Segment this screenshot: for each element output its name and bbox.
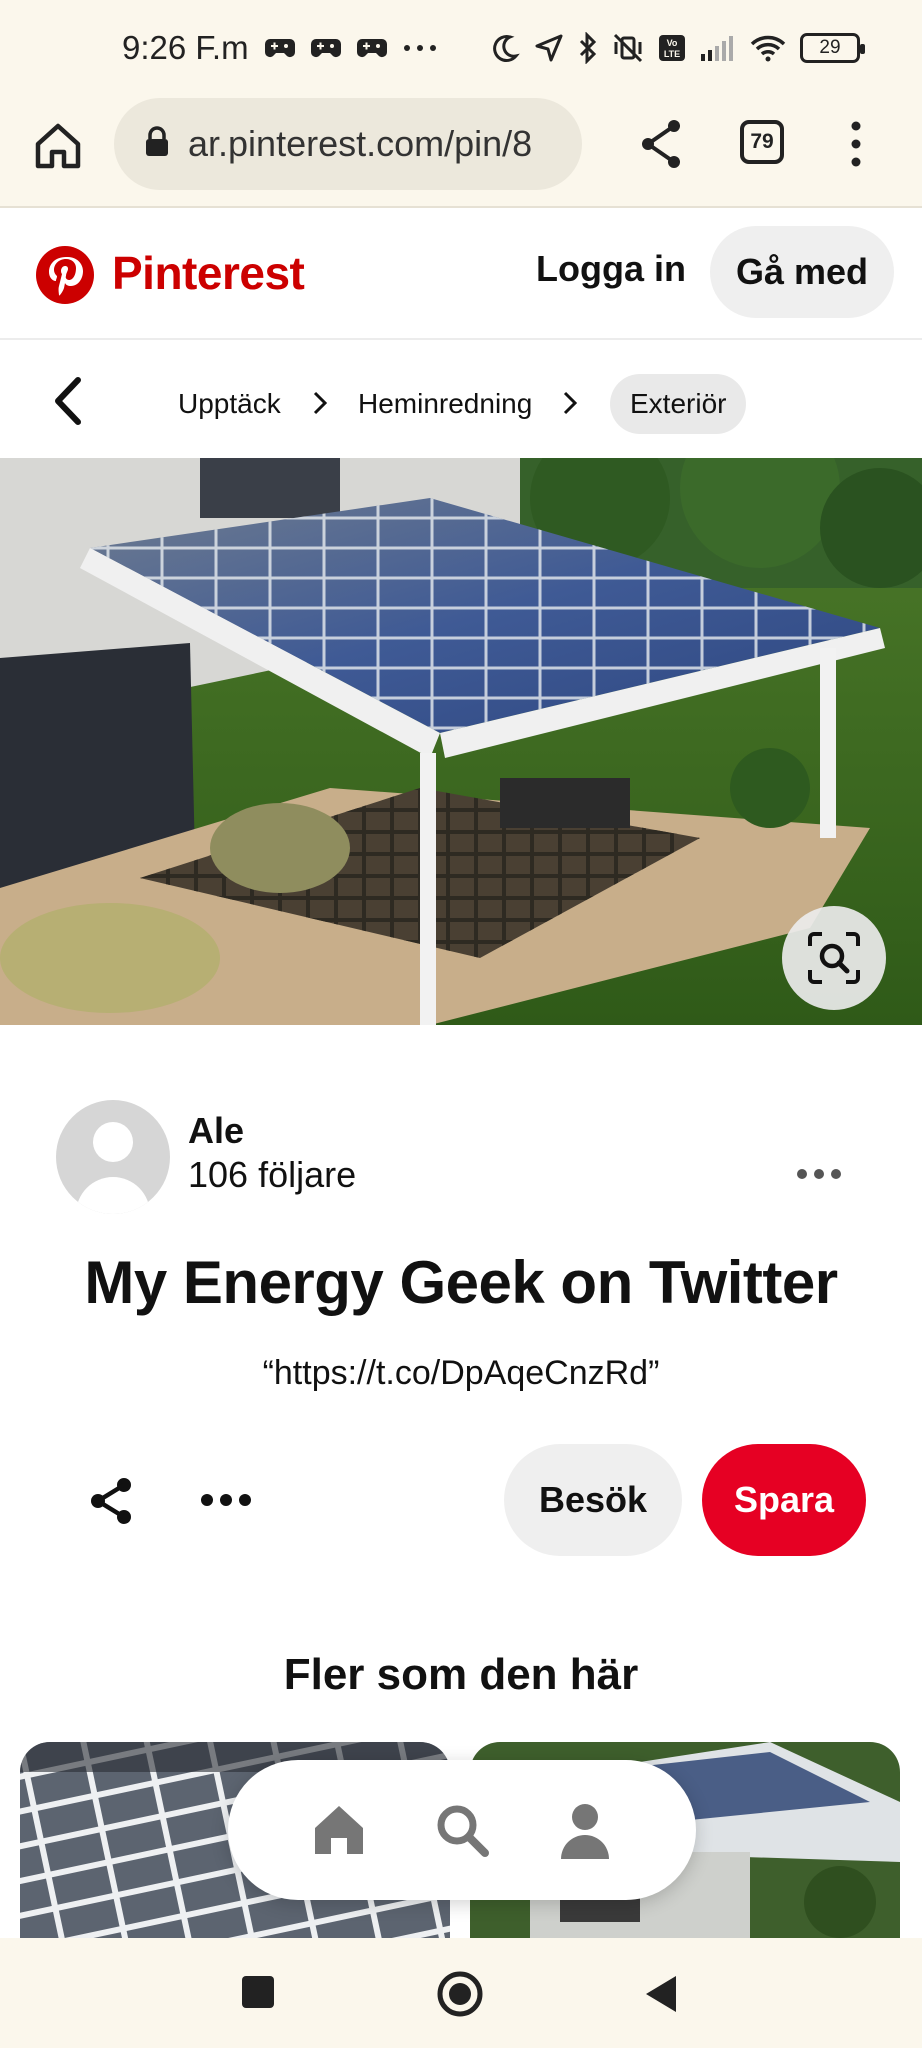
game-controller-icon [264, 36, 295, 60]
share-icon[interactable] [88, 1476, 138, 1526]
tab-count[interactable]: 79 [750, 130, 773, 154]
avatar[interactable] [56, 1100, 170, 1214]
profile-icon[interactable] [555, 1800, 615, 1860]
search-icon[interactable] [432, 1800, 492, 1860]
home-icon[interactable] [309, 1800, 369, 1860]
pin-image[interactable] [0, 458, 922, 1025]
breadcrumb-item-exterior[interactable]: Exteriör [610, 374, 747, 434]
pin-description: “https://t.co/DpAqeCnzRd” [262, 1354, 660, 1392]
share-icon[interactable] [636, 116, 688, 172]
game-controller-icon [310, 36, 341, 60]
back-chevron-icon[interactable] [50, 376, 86, 426]
svg-text:Vo: Vo [667, 38, 678, 48]
moon-icon [490, 33, 520, 63]
more-options-icon[interactable] [200, 1490, 252, 1510]
breadcrumb-item-discover[interactable]: Upptäck [178, 374, 281, 434]
battery-icon: 29 [800, 33, 865, 63]
wifi-icon [750, 34, 786, 62]
volte-icon: Vo LTE [658, 34, 686, 62]
url-text[interactable]: ar.pinterest.com/pin/8 [188, 123, 532, 165]
back-triangle-icon[interactable] [644, 1974, 680, 2019]
tabs-icon[interactable]: 79 [740, 120, 784, 164]
visit-button[interactable]: Besök [504, 1444, 682, 1556]
location-arrow-icon [534, 33, 564, 63]
kebab-menu-icon[interactable] [846, 118, 866, 170]
chevron-right-icon [562, 390, 578, 416]
vibrate-off-icon [612, 32, 644, 64]
address-bar[interactable]: ar.pinterest.com/pin/8 [114, 98, 582, 190]
home-icon[interactable] [30, 118, 86, 174]
bluetooth-icon [578, 32, 598, 64]
breadcrumb-item-home-decor[interactable]: Heminredning [358, 374, 532, 434]
signal-icon [700, 34, 736, 62]
visual-search-icon[interactable] [782, 906, 886, 1010]
home-circle-icon[interactable] [436, 1970, 484, 2023]
system-navigation-bar [0, 1938, 922, 2048]
status-time: 9:26 F.m [122, 29, 249, 66]
save-button[interactable]: Spara [702, 1444, 866, 1556]
svg-text:LTE: LTE [664, 49, 680, 59]
bottom-floating-nav [228, 1760, 696, 1900]
breadcrumb: Upptäck Heminredning Exteriör [0, 342, 922, 458]
lock-icon[interactable] [144, 125, 170, 163]
ellipsis-icon [403, 44, 437, 52]
pin-title: My Energy Geek on Twitter [84, 1249, 838, 1316]
follower-count: 106 följare [188, 1154, 357, 1195]
site-header: Pinterest Logga in Gå med [0, 210, 922, 340]
more-options-icon[interactable] [796, 1164, 842, 1184]
more-like-this-heading: Fler som den här [283, 1650, 639, 1699]
login-button[interactable]: Logga in [536, 248, 686, 290]
pinterest-logo-icon[interactable] [36, 246, 94, 304]
recents-square-icon[interactable] [240, 1974, 276, 2015]
status-bar: 9:26 F.m Vo LTE 29 [0, 0, 922, 96]
author-name[interactable]: Ale [188, 1110, 244, 1152]
battery-level: 29 [819, 37, 841, 58]
game-controller-icon [356, 36, 387, 60]
browser-toolbar: ar.pinterest.com/pin/8 79 [0, 96, 922, 208]
brand-name[interactable]: Pinterest [112, 246, 305, 300]
chevron-right-icon [312, 390, 328, 416]
signup-button[interactable]: Gå med [710, 226, 894, 318]
